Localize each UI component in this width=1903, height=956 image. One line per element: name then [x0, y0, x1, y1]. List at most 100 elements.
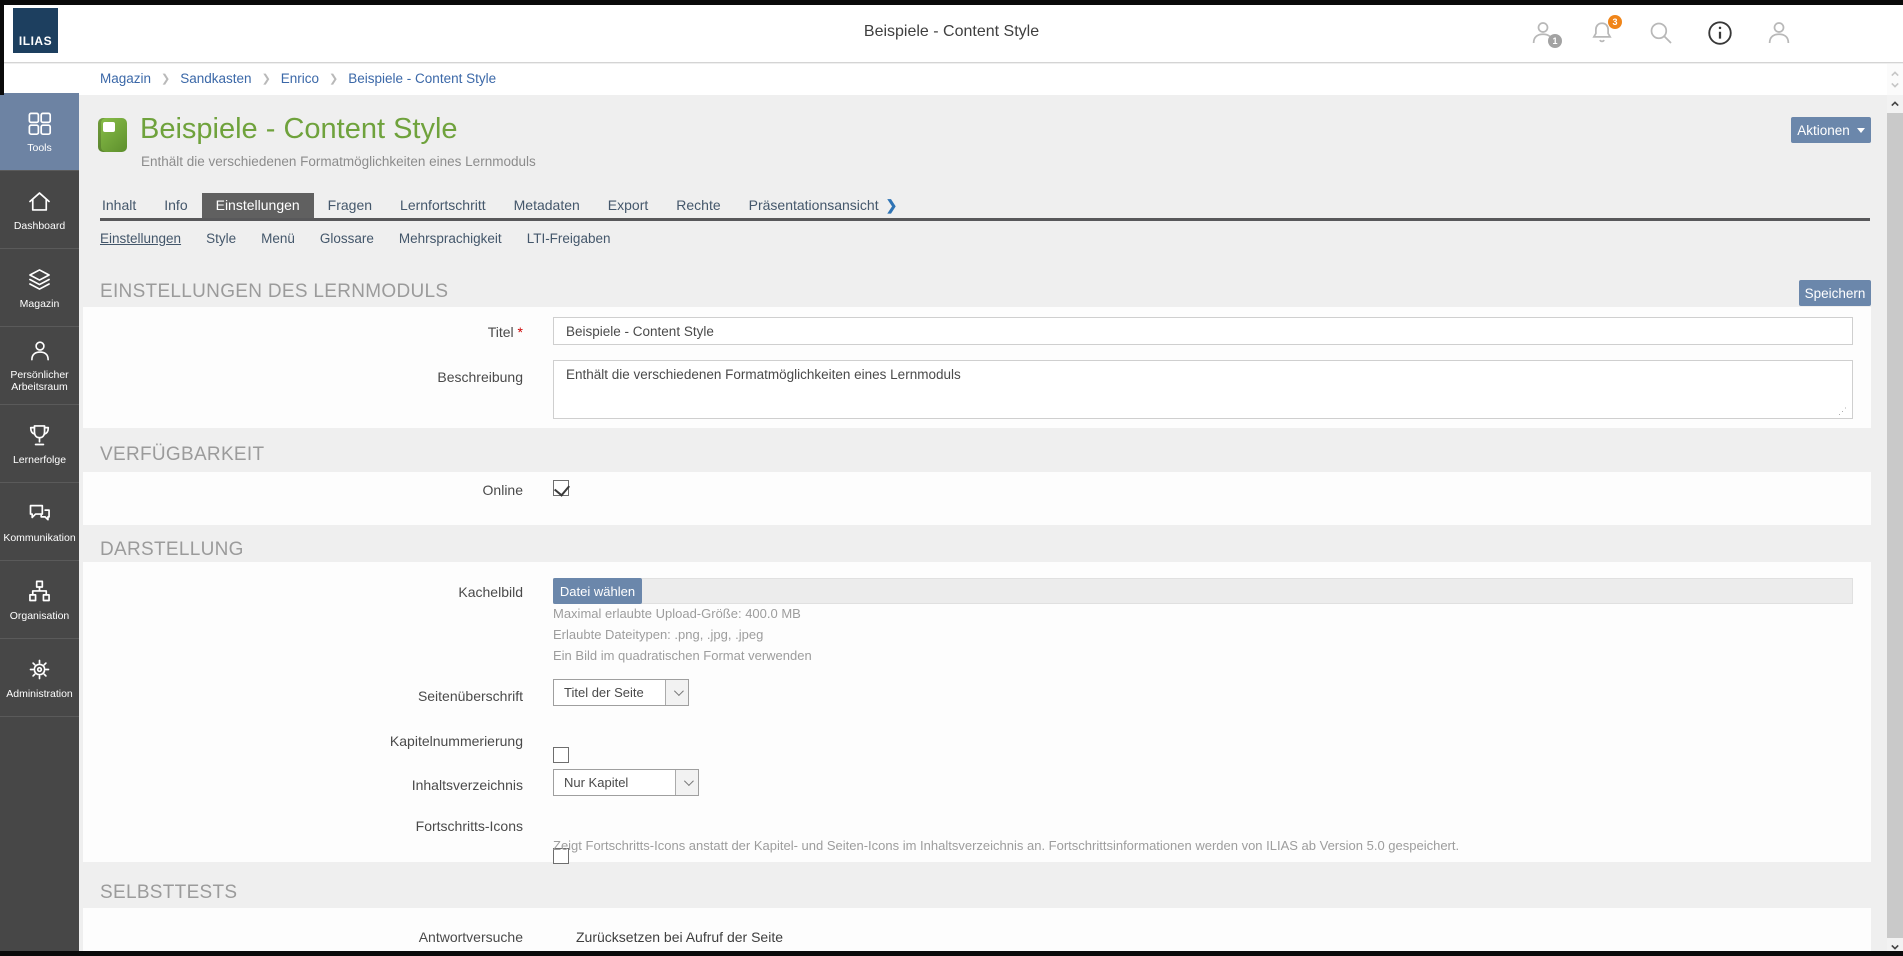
sidebar-item-administration[interactable]: Administration	[0, 639, 79, 717]
description-textarea[interactable]: Enthält die verschiedenen Formatmöglichk…	[553, 360, 1853, 419]
who-is-online-icon[interactable]: 1	[1527, 17, 1559, 49]
save-button[interactable]: Speichern	[1799, 280, 1871, 306]
caret-down-icon	[1857, 128, 1865, 133]
orgchart-icon	[26, 578, 53, 605]
answer-attempts-field-label: Antwortversuche	[100, 929, 523, 945]
required-asterisk: *	[518, 324, 523, 340]
breadcrumb-bar: Magazin ❯ Sandkasten ❯ Enrico ❯ Beispiel…	[0, 64, 1903, 95]
sidebar-item-magazin[interactable]: Magazin	[0, 249, 79, 327]
chapter-numbering-checkbox[interactable]	[553, 747, 569, 763]
square-format-hint: Ein Bild im quadratischen Format verwend…	[553, 648, 812, 663]
file-input-track[interactable]	[553, 578, 1853, 604]
tab-einstellungen[interactable]: Einstellungen	[202, 193, 314, 218]
section-heading-availability: VERFÜGBARKEIT	[100, 444, 264, 466]
breadcrumb-separator-icon: ❯	[329, 72, 338, 85]
notifications-badge: 3	[1608, 15, 1622, 29]
section-heading-settings: EINSTELLUNGEN DES LERNMODULS	[100, 281, 448, 303]
select-chevron-down-icon	[665, 680, 688, 705]
subtab-glossare[interactable]: Glossare	[320, 231, 374, 246]
page-scrollbar	[1887, 64, 1903, 956]
window-edge-top	[0, 0, 1903, 5]
progress-icons-field-label: Fortschritts-Icons	[100, 818, 523, 834]
subtab-menue[interactable]: Menü	[261, 231, 295, 246]
help-info-icon[interactable]	[1704, 17, 1736, 49]
subtab-mehrsprachigkeit[interactable]: Mehrsprachigkeit	[399, 231, 502, 246]
breadcrumb-link-enrico[interactable]: Enrico	[281, 71, 319, 86]
subtab-einstellungen[interactable]: Einstellungen	[100, 231, 181, 246]
toc-field-label: Inhaltsverzeichnis	[100, 777, 523, 793]
tab-lernfortschritt[interactable]: Lernfortschritt	[386, 193, 500, 218]
layers-icon	[26, 266, 53, 293]
breadcrumb-link-current[interactable]: Beispiele - Content Style	[348, 71, 496, 86]
chevron-down-icon	[1891, 943, 1899, 951]
home-icon	[26, 188, 53, 215]
top-header-bar: Beispiele - Content Style ILIAS 1 3	[0, 5, 1903, 63]
user-avatar-icon[interactable]	[1763, 17, 1795, 49]
actions-button[interactable]: Aktionen	[1791, 117, 1871, 143]
tab-fragen[interactable]: Fragen	[314, 193, 386, 218]
page-header-select[interactable]: Titel der Seite	[553, 679, 689, 706]
form-panel-availability	[83, 472, 1871, 525]
sidebar-item-persoenlicher-arbeitsraum[interactable]: Persönlicher Arbeitsraum	[0, 327, 79, 405]
tab-bar: Inhalt Info Einstellungen Fragen Lernfor…	[88, 193, 911, 218]
main-sidebar: Tools Dashboard Magazin Persönlicher Arb…	[0, 93, 79, 956]
tab-export[interactable]: Export	[594, 193, 662, 218]
sidebar-item-organisation[interactable]: Organisation	[0, 561, 79, 639]
progress-icons-hint: Zeigt Fortschritts-Icons anstatt der Kap…	[553, 838, 1863, 853]
page-header-field-label: Seitenüberschrift	[100, 688, 523, 704]
window-edge-left	[0, 5, 4, 95]
breadcrumb-link-magazin[interactable]: Magazin	[100, 71, 151, 86]
ilias-logo[interactable]: ILIAS	[13, 8, 58, 53]
page-subtitle: Enthält die verschiedenen Formatmöglichk…	[141, 154, 536, 169]
window-edge-bottom	[0, 951, 1903, 956]
subtab-style[interactable]: Style	[206, 231, 236, 246]
tab-underline	[100, 218, 1870, 221]
gear-icon	[26, 656, 53, 683]
reset-on-page-load-radio-label: Zurücksetzen bei Aufruf der Seite	[576, 929, 783, 945]
sidebar-item-dashboard[interactable]: Dashboard	[0, 171, 79, 249]
online-users-badge: 1	[1548, 34, 1562, 48]
search-icon[interactable]	[1645, 17, 1677, 49]
sidebar-item-lernerfolge[interactable]: Lernerfolge	[0, 405, 79, 483]
select-chevron-down-icon	[675, 770, 698, 795]
tab-rechte[interactable]: Rechte	[662, 193, 734, 218]
breadcrumb: Magazin ❯ Sandkasten ❯ Enrico ❯ Beispiel…	[100, 71, 496, 86]
scrollbar-thumb[interactable]	[1887, 113, 1903, 938]
arrow-right-icon: ❯	[886, 197, 898, 213]
form-panel-presentation	[83, 562, 1871, 862]
subtab-lti-freigaben[interactable]: LTI-Freigaben	[527, 231, 611, 246]
scroll-up-button[interactable]	[1887, 95, 1903, 113]
toc-select[interactable]: Nur Kapitel	[553, 769, 699, 796]
tab-metadaten[interactable]: Metadaten	[500, 193, 594, 218]
section-heading-selftests: SELBSTTESTS	[100, 882, 237, 904]
tile-image-field-label: Kachelbild	[100, 584, 523, 600]
sidebar-item-kommunikation[interactable]: Kommunikation	[0, 483, 79, 561]
tab-info[interactable]: Info	[150, 193, 201, 218]
chat-icon	[26, 500, 53, 527]
chevron-down-icon	[1891, 81, 1899, 89]
tab-inhalt[interactable]: Inhalt	[88, 193, 150, 218]
breadcrumb-link-sandkasten[interactable]: Sandkasten	[180, 71, 251, 86]
grid-icon	[26, 110, 53, 137]
online-field-label: Online	[100, 482, 523, 498]
breadcrumb-separator-icon: ❯	[262, 72, 271, 85]
file-types-hint: Erlaubte Dateitypen: .png, .jpg, .jpeg	[553, 627, 763, 642]
scroll-mini-arrows[interactable]	[1887, 64, 1903, 95]
choose-file-button[interactable]: Datei wählen	[553, 578, 642, 604]
trophy-icon	[26, 422, 53, 449]
online-checkbox[interactable]	[553, 480, 569, 496]
tab-praesentationsansicht[interactable]: Präsentationsansicht❯	[735, 193, 912, 218]
notifications-bell-icon[interactable]: 3	[1586, 17, 1618, 49]
subtab-bar: Einstellungen Style Menü Glossare Mehrsp…	[100, 231, 610, 246]
description-field-label: Beschreibung	[100, 369, 523, 385]
sidebar-item-tools[interactable]: Tools	[0, 93, 79, 171]
person-icon	[27, 338, 53, 364]
title-input[interactable]	[553, 317, 1853, 345]
title-field-label: Titel *	[100, 324, 523, 340]
breadcrumb-separator-icon: ❯	[161, 72, 170, 85]
learning-module-book-icon	[98, 118, 127, 152]
page-title: Beispiele - Content Style	[140, 113, 458, 146]
ilias-app: Beispiele - Content Style ILIAS 1 3	[0, 0, 1903, 956]
upload-size-hint: Maximal erlaubte Upload-Größe: 400.0 MB	[553, 606, 801, 621]
chevron-up-icon	[1891, 100, 1899, 108]
